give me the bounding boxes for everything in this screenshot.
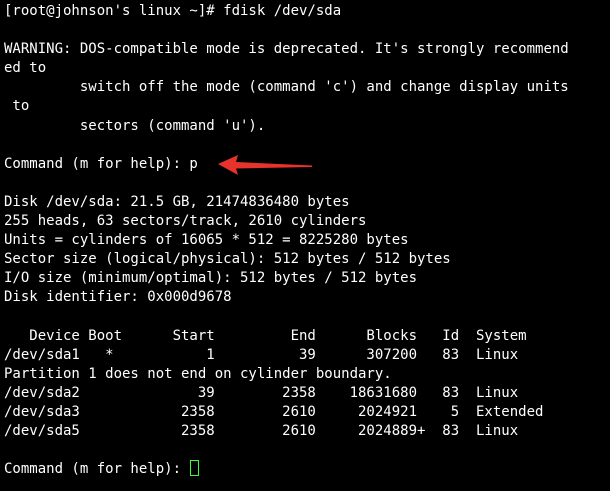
terminal-line-warning-wrap-2: to — [4, 98, 30, 115]
terminal-line-disk-identifier: Disk identifier: 0x000d9678 — [4, 289, 232, 306]
terminal-line-disk-size: Disk /dev/sda: 21.5 GB, 21474836480 byte… — [4, 193, 350, 210]
terminal-line-units: Units = cylinders of 16065 * 512 = 82252… — [4, 232, 409, 249]
terminal-line-sector-size: Sector size (logical/physical): 512 byte… — [4, 251, 451, 268]
partition-row-sda3: /dev/sda3 2358 2610 2024921 5 Extended — [4, 403, 544, 420]
terminal-line-geometry: 255 heads, 63 sectors/track, 2610 cylind… — [4, 213, 367, 230]
terminal-window[interactable]: [root@johnson's linux ~]# fdisk /dev/sda… — [0, 0, 610, 491]
partition-row-sda1: /dev/sda1 * 1 39 307200 83 Linux — [4, 346, 519, 363]
terminal-line-warning-detail: switch off the mode (command 'c') and ch… — [4, 79, 569, 96]
terminal-line-warning-sectors: sectors (command 'u'). — [4, 117, 266, 134]
arrow-shape — [218, 155, 312, 175]
terminal-active-prompt[interactable]: Command (m for help): — [4, 460, 610, 479]
terminal-line-warning: WARNING: DOS-compatible mode is deprecat… — [4, 41, 569, 58]
partition-table-header: Device Boot Start End Blocks Id System — [4, 327, 527, 344]
terminal-line-warning-wrap: ed to — [4, 60, 47, 77]
terminal-line-prompt-command: [root@johnson's linux ~]# fdisk /dev/sda — [4, 3, 342, 19]
text-cursor — [190, 460, 200, 477]
red-arrow-icon — [218, 155, 312, 175]
partition-row-sda2: /dev/sda2 39 2358 18631680 83 Linux — [4, 384, 519, 401]
terminal-line-io-size: I/O size (minimum/optimal): 512 bytes / … — [4, 270, 418, 287]
prompt-text: Command (m for help): — [4, 461, 190, 478]
partition-boundary-warning: Partition 1 does not end on cylinder bou… — [4, 365, 392, 382]
partition-row-sda5: /dev/sda5 2358 2610 2024889+ 83 Linux — [4, 423, 519, 440]
